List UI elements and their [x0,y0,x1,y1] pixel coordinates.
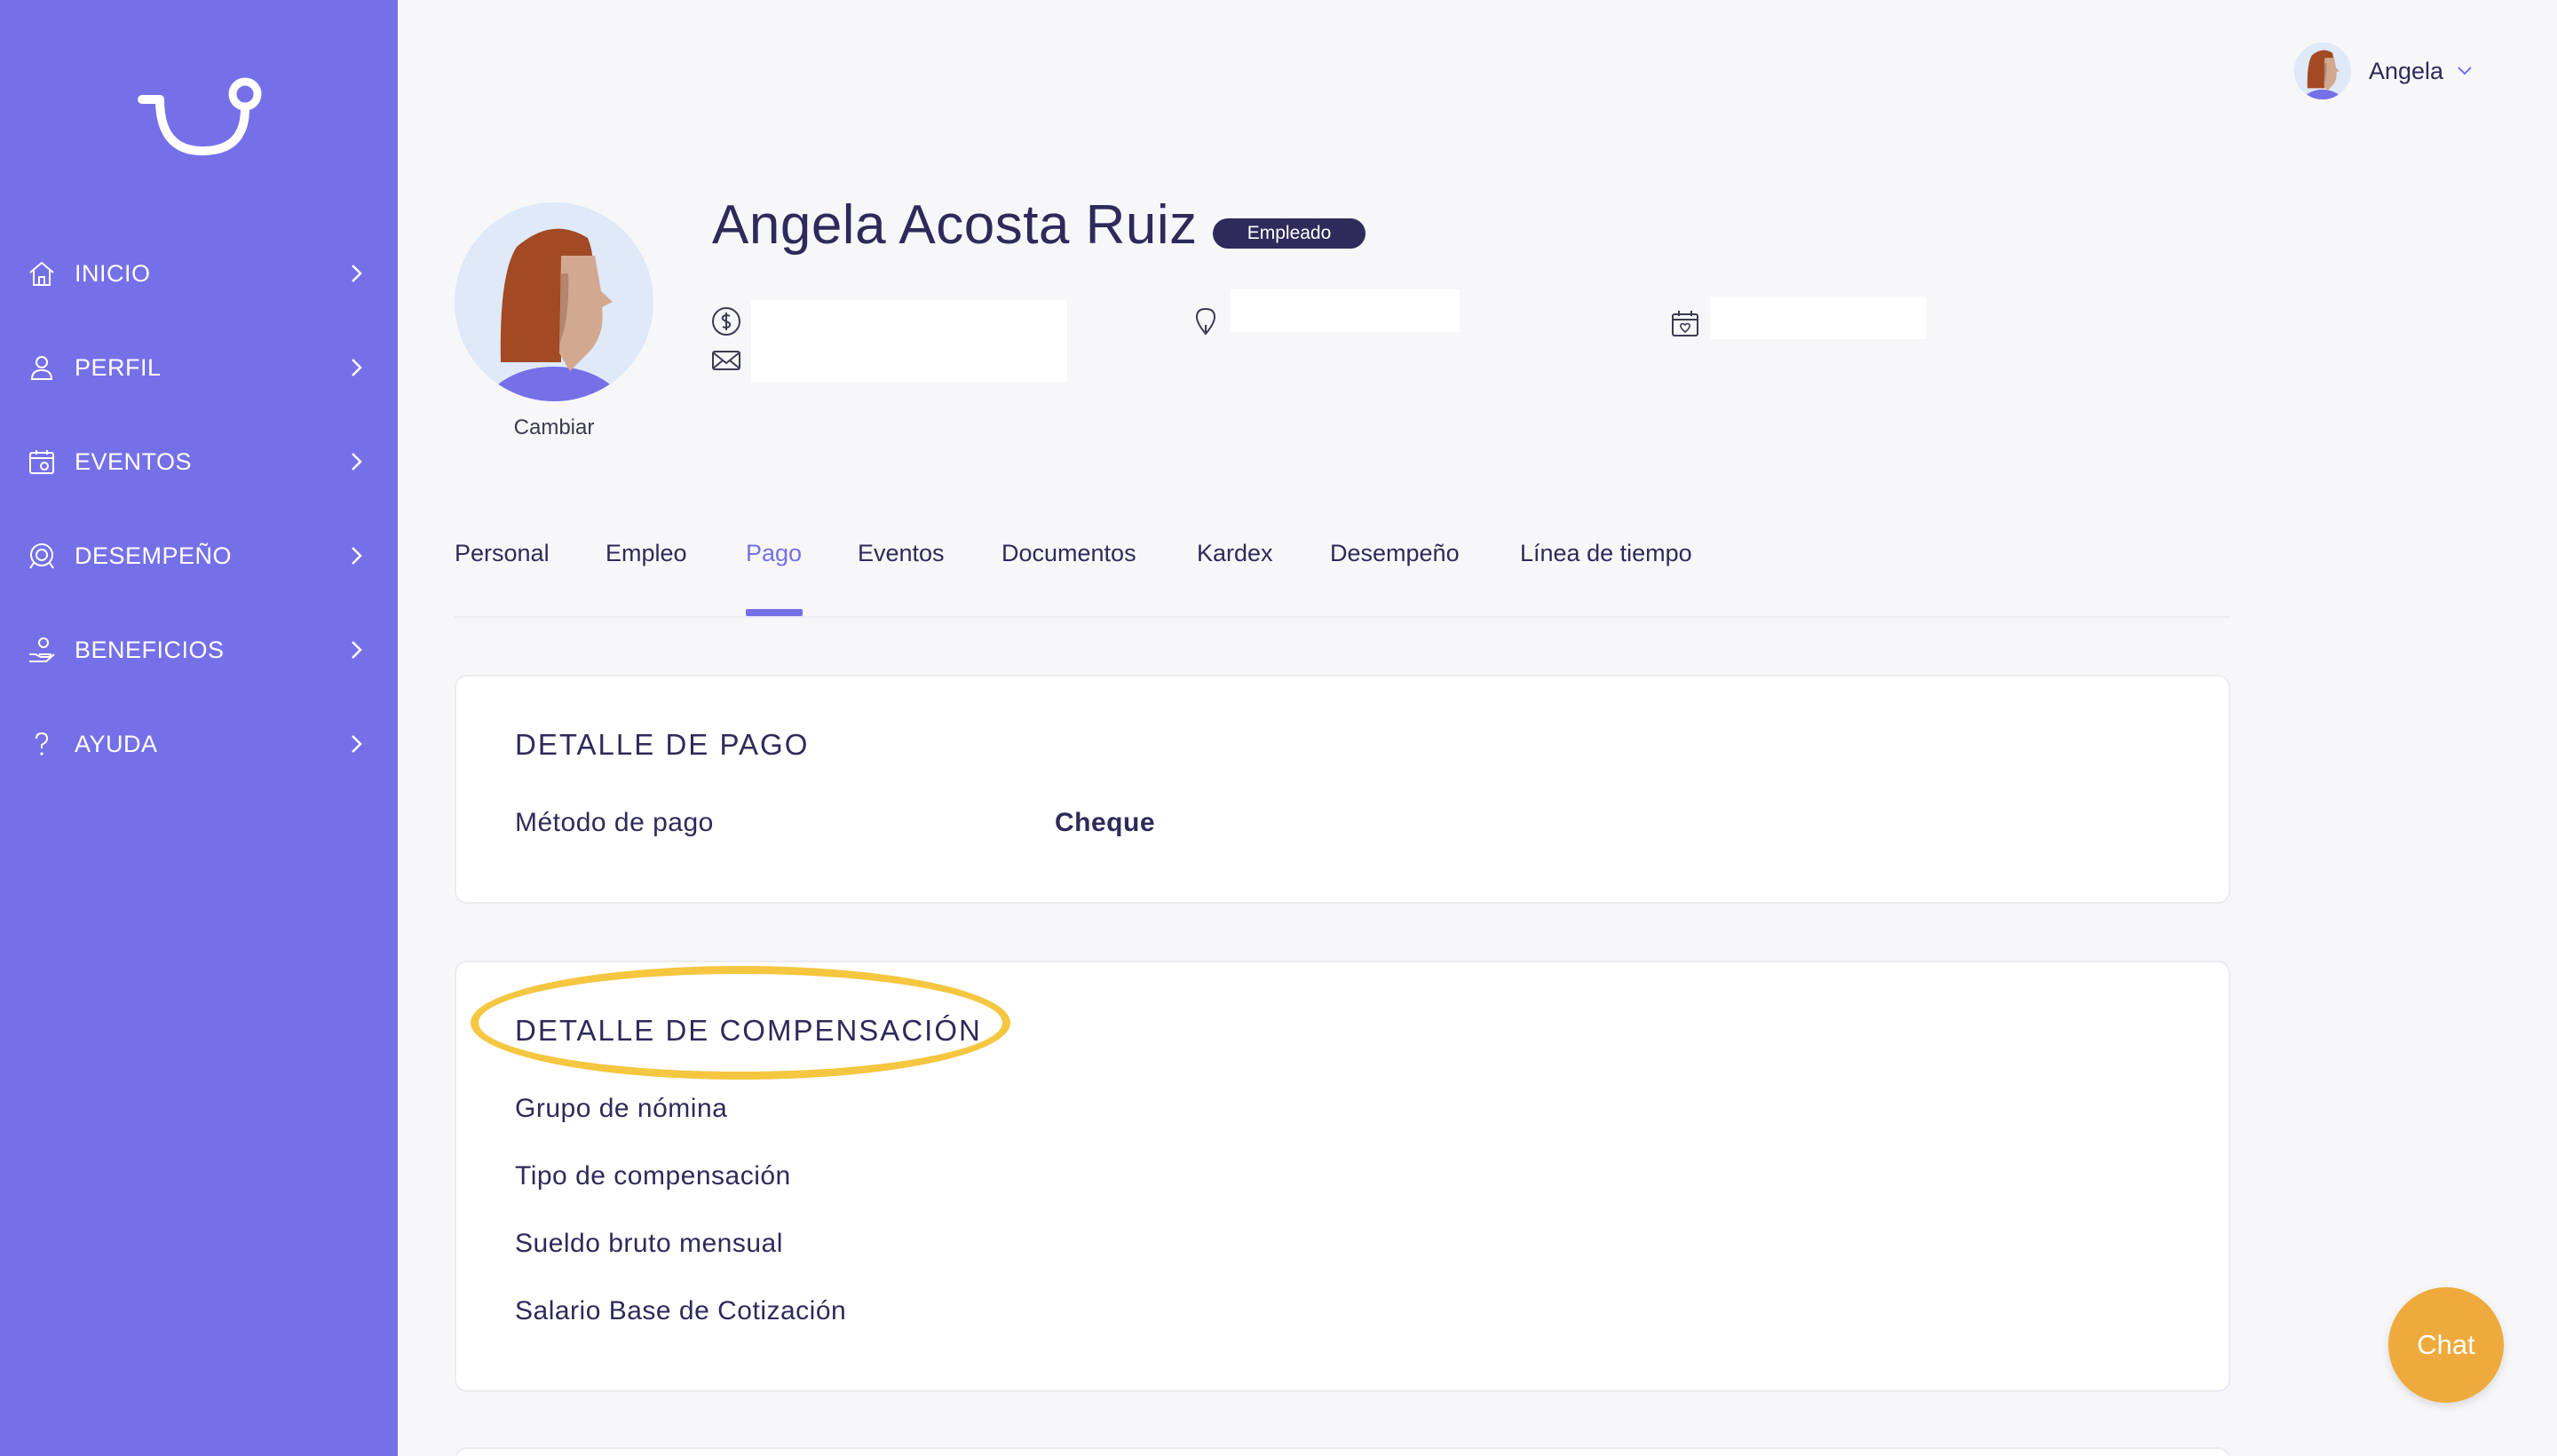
tab-eventos[interactable]: Eventos [858,540,945,567]
tab-empleo[interactable]: Empleo [606,540,687,567]
home-icon [29,262,54,286]
location-pin-icon [1195,307,1216,336]
card-title: DETALLE DE PAGO [515,728,810,761]
sidebar-item-desempeno[interactable]: DESEMPEÑO [0,520,398,591]
payment-detail-card: DETALLE DE PAGO Método de pago Cheque [455,675,2230,904]
sidebar-item-ayuda[interactable]: AYUDA [0,708,398,779]
user-menu[interactable]: Angela [2294,41,2475,101]
benefits-icon [29,637,55,662]
payroll-group-label: Grupo de nómina [515,1094,728,1123]
dollar-icon [712,307,740,336]
sidebar-item-beneficios[interactable]: BENEFICIOS [0,614,398,685]
help-icon [36,732,49,756]
mail-icon [712,351,740,370]
sidebar-item-inicio[interactable]: INICIO [0,238,398,309]
chevron-right-icon [352,359,362,376]
sidebar: INICIO PERFIL EVENTOS DESEMPEÑO BENEFICI… [0,0,398,1456]
compensation-type-label: Tipo de compensación [515,1161,791,1191]
chevron-right-icon [352,265,362,282]
sidebar-item-label: DESEMPEÑO [75,542,233,569]
payment-method-label: Método de pago [515,808,714,837]
target-icon [29,543,54,569]
tab-kardex[interactable]: Kardex [1197,540,1273,567]
tab-documentos[interactable]: Documentos [1001,540,1136,567]
chevron-right-icon [352,735,362,753]
calendar-icon [29,450,54,474]
birthday-calendar-icon [1672,311,1698,336]
tab-linea-de-tiempo[interactable]: Línea de tiempo [1520,540,1692,567]
change-photo-link[interactable]: Cambiar [455,415,653,440]
tab-desempeno[interactable]: Desempeño [1330,540,1460,567]
chevron-down-icon [2458,67,2472,75]
profile-tabs: Personal Empleo Pago Eventos Documentos … [455,533,2230,618]
active-tab-indicator [746,609,803,616]
sidebar-item-label: EVENTOS [75,447,193,475]
sidebar-item-perfil[interactable]: PERFIL [0,332,398,403]
sidebar-item-eventos[interactable]: EVENTOS [0,426,398,497]
user-icon [30,356,53,380]
chevron-right-icon [352,453,362,471]
gross-monthly-salary-label: Sueldo bruto mensual [515,1229,783,1258]
contact-info-field [751,300,1067,382]
location-field [1231,289,1460,332]
tab-pago[interactable]: Pago [746,540,802,567]
avatar [2294,43,2351,99]
profile-avatar[interactable] [455,202,653,401]
next-card [455,1447,2230,1456]
birthday-field [1710,297,1927,339]
sidebar-item-label: PERFIL [75,353,162,381]
status-badge: Empleado [1213,218,1366,249]
sidebar-item-label: AYUDA [75,730,158,757]
sidebar-item-label: INICIO [75,259,151,287]
base-contribution-salary-label: Salario Base de Cotización [515,1296,847,1325]
chevron-right-icon [352,641,362,659]
tab-personal[interactable]: Personal [455,540,550,567]
page-title: Angela Acosta Ruiz [712,194,1198,256]
highlight-annotation [471,966,1010,1080]
chat-button[interactable]: Chat [2388,1287,2504,1403]
payment-method-value: Cheque [1055,808,1156,837]
user-name: Angela [2369,57,2444,84]
sidebar-item-label: BENEFICIOS [75,636,225,663]
chevron-right-icon [352,547,362,565]
app-logo[interactable] [133,73,266,162]
